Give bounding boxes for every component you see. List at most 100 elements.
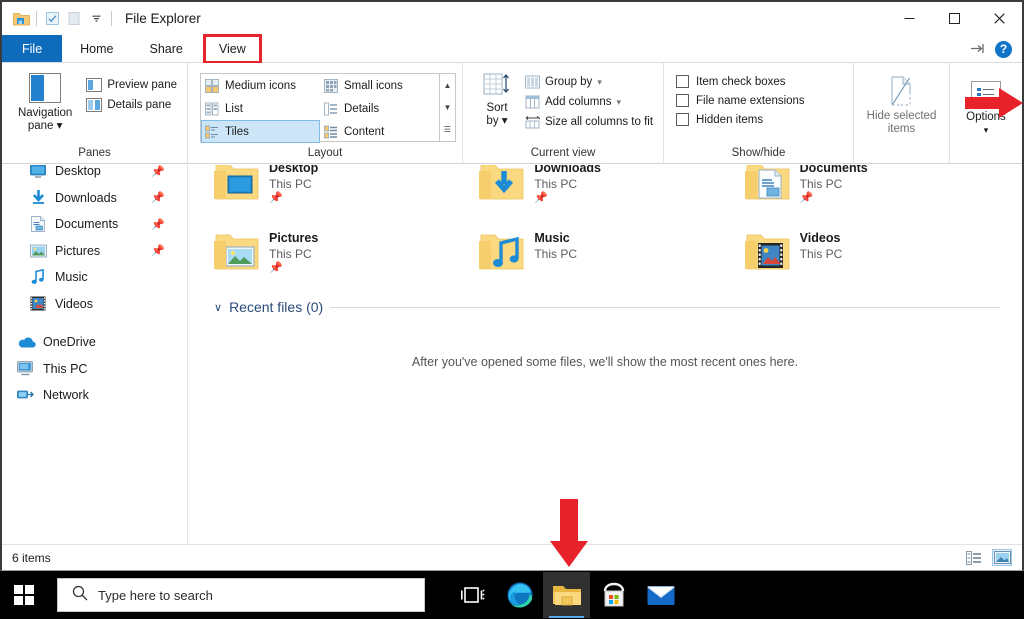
scroll-down-icon[interactable]: ▼ — [444, 103, 452, 112]
window-controls[interactable] — [887, 2, 1022, 35]
navigation-pane[interactable]: Desktop 📌 Downloads 📌 Documents 📌 — [2, 165, 188, 544]
sort-by-icon — [483, 72, 511, 100]
microsoft-edge-button[interactable] — [496, 572, 543, 618]
view-toggle-group[interactable] — [964, 549, 1012, 566]
ribbon-group-label-current-view: Current view — [463, 146, 663, 163]
item-check-boxes-checkbox[interactable]: Item check boxes — [674, 72, 807, 91]
details-view-button[interactable] — [964, 549, 984, 566]
layout-tiles[interactable]: Tiles — [201, 120, 320, 143]
layout-gallery-scroll[interactable]: ▲ ▼ ☰ — [440, 73, 456, 142]
group-by-button[interactable]: Group by ▾ — [521, 72, 657, 92]
ribbon-group-show-hide: Item check boxes File name extensions Hi… — [664, 63, 854, 163]
taskbar[interactable]: Type here to search — [0, 571, 1024, 619]
preview-pane-label: Preview pane — [107, 79, 177, 91]
checkbox-icon[interactable] — [676, 94, 689, 107]
preview-pane-button[interactable]: Preview pane — [82, 75, 181, 95]
title-bar[interactable]: File Explorer — [2, 2, 1022, 35]
minimize-button[interactable] — [887, 2, 932, 35]
ribbon-group-label-show-hide: Show/hide — [664, 146, 853, 163]
list-icon — [205, 102, 219, 116]
hide-selected-items-button[interactable]: Hide selected items — [860, 71, 943, 136]
chevron-down-icon[interactable]: ∨ — [214, 301, 222, 314]
hidden-items-checkbox[interactable]: Hidden items — [674, 110, 807, 129]
microsoft-store-button[interactable] — [590, 572, 637, 618]
this-pc-icon — [16, 361, 36, 376]
folder-tile-downloads[interactable]: Downloads This PC 📌 — [479, 165, 744, 229]
properties-icon[interactable] — [41, 8, 63, 30]
layout-small-icons[interactable]: Small icons — [320, 74, 439, 97]
tab-view[interactable]: View — [201, 35, 264, 62]
sidebar-item-label: Network — [43, 388, 89, 402]
layout-details[interactable]: Details — [320, 97, 439, 120]
sort-by-button[interactable]: Sort by ▾ — [473, 69, 521, 128]
sidebar-item-label: Videos — [55, 297, 93, 311]
pin-ribbon-icon[interactable] — [970, 42, 985, 57]
recent-files-header[interactable]: ∨ Recent files (0) — [188, 293, 1022, 317]
add-columns-button[interactable]: Add columns ▾ — [521, 92, 657, 112]
sidebar-item-onedrive[interactable]: OneDrive — [2, 329, 187, 356]
search-input[interactable]: Type here to search — [57, 578, 425, 612]
sidebar-item-documents[interactable]: Documents 📌 — [2, 211, 187, 238]
sidebar-item-desktop[interactable]: Desktop 📌 — [2, 165, 187, 185]
desktop-folder-icon — [214, 165, 260, 203]
folder-tile-videos[interactable]: Videos This PC — [745, 229, 1010, 293]
task-view-button[interactable] — [449, 572, 496, 618]
sidebar-item-downloads[interactable]: Downloads 📌 — [2, 185, 187, 212]
size-all-columns-icon — [525, 115, 540, 129]
ribbon-tab-strip[interactable]: File Home Share View ? — [2, 35, 1022, 63]
scroll-up-icon[interactable]: ▲ — [444, 81, 452, 90]
tab-share[interactable]: Share — [132, 35, 201, 62]
sidebar-item-videos[interactable]: Videos — [2, 291, 187, 318]
videos-folder-icon — [745, 231, 791, 273]
folder-tile-desktop[interactable]: Desktop This PC 📌 — [214, 165, 479, 229]
file-explorer-button[interactable] — [543, 572, 590, 618]
content-pane[interactable]: Desktop This PC 📌 — [188, 165, 1022, 544]
folder-tile-pictures[interactable]: Pictures This PC 📌 — [214, 229, 479, 293]
chevron-down-icon[interactable]: ▾ — [57, 120, 63, 132]
chevron-down-icon[interactable]: ▾ — [984, 124, 989, 137]
file-name-extensions-checkbox[interactable]: File name extensions — [674, 91, 807, 110]
size-all-columns-button[interactable]: Size all columns to fit — [521, 112, 657, 132]
tab-file[interactable]: File — [2, 35, 62, 62]
navigation-pane-icon — [29, 73, 61, 103]
taskbar-buttons[interactable] — [449, 572, 684, 618]
sidebar-item-network[interactable]: Network — [2, 382, 187, 409]
checkbox-icon[interactable] — [676, 75, 689, 88]
maximize-button[interactable] — [932, 2, 977, 35]
chevron-down-icon[interactable]: ▾ — [502, 115, 508, 127]
chevron-down-icon[interactable]: ▾ — [616, 97, 621, 108]
quick-access-toolbar[interactable] — [2, 2, 116, 35]
layout-gallery[interactable]: Medium icons Small icons List Detai — [200, 73, 440, 142]
section-divider — [330, 307, 1000, 308]
folder-icon[interactable] — [10, 8, 32, 30]
start-button[interactable] — [0, 571, 48, 619]
help-icon[interactable]: ? — [995, 41, 1012, 58]
folder-tile-music[interactable]: Music This PC — [479, 229, 744, 293]
tab-home[interactable]: Home — [62, 35, 131, 62]
large-icons-view-button[interactable] — [992, 549, 1012, 566]
annotation-arrow-pointing-to-options — [965, 86, 1023, 120]
mail-button[interactable] — [637, 572, 684, 618]
checkbox-icon[interactable] — [676, 113, 689, 126]
sidebar-item-this-pc[interactable]: This PC — [2, 356, 187, 383]
chevron-down-icon[interactable]: ▾ — [597, 77, 602, 88]
details-pane-button[interactable]: Details pane — [82, 95, 181, 115]
layout-content[interactable]: Content — [320, 120, 439, 143]
gallery-more-icon[interactable]: ☰ — [444, 125, 451, 134]
layout-list[interactable]: List — [201, 97, 320, 120]
navigation-pane-button[interactable]: Navigation pane ▾ — [8, 69, 82, 133]
folder-tile-documents[interactable]: Documents This PC 📌 — [745, 165, 1010, 229]
sidebar-item-pictures[interactable]: Pictures 📌 — [2, 238, 187, 265]
new-folder-icon[interactable] — [63, 8, 85, 30]
ribbon-group-label-panes: Panes — [2, 146, 187, 163]
close-button[interactable] — [977, 2, 1022, 35]
small-icons-icon — [324, 79, 338, 93]
details-icon — [324, 102, 338, 116]
folders-grid[interactable]: Desktop This PC 📌 — [188, 165, 1022, 293]
sidebar-item-music[interactable]: Music — [2, 264, 187, 291]
layout-medium-icons[interactable]: Medium icons — [201, 74, 320, 97]
ribbon-tab-strip-right[interactable]: ? — [970, 35, 1018, 63]
details-pane-icon — [86, 98, 102, 112]
chevron-down-icon[interactable] — [85, 8, 107, 30]
search-placeholder: Type here to search — [98, 588, 213, 603]
